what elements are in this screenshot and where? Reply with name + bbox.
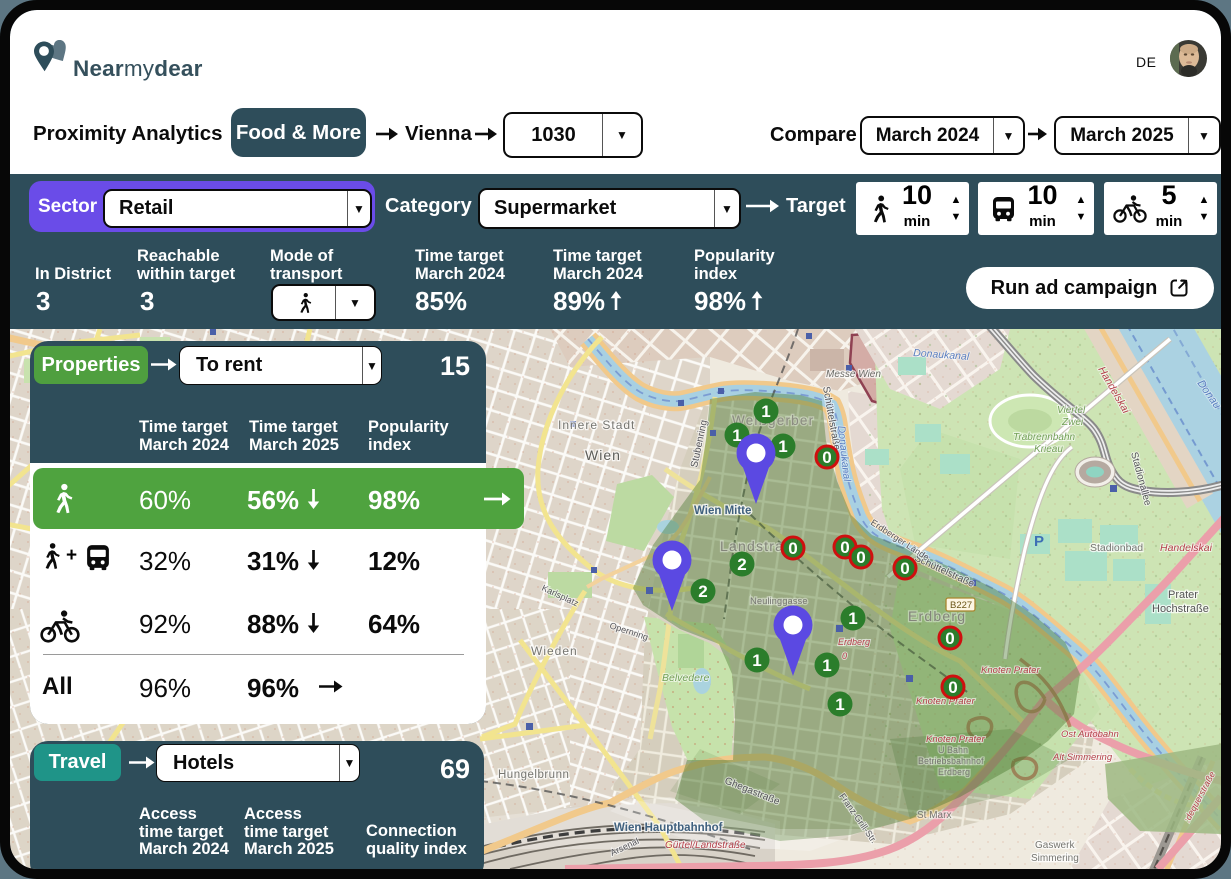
svg-text:P: P <box>1034 533 1044 550</box>
svg-text:U Bahn: U Bahn <box>938 745 968 755</box>
svg-text:Viertel: Viertel <box>1057 405 1086 416</box>
svg-text:B227: B227 <box>950 600 972 611</box>
svg-text:Erdberg: Erdberg <box>938 767 970 777</box>
svg-text:Handelskai: Handelskai <box>1160 542 1213 554</box>
svg-text:Wien: Wien <box>585 447 621 463</box>
svg-text:0: 0 <box>900 559 909 578</box>
svg-text:St Marx: St Marx <box>917 810 951 821</box>
svg-text:2: 2 <box>698 582 707 601</box>
svg-text:Wien Hauptbahnhof: Wien Hauptbahnhof <box>614 822 723 834</box>
svg-text:2: 2 <box>737 555 746 574</box>
svg-text:Gaswerk: Gaswerk <box>1035 840 1075 851</box>
svg-text:Hochstraße: Hochstraße <box>1152 603 1209 615</box>
svg-text:Betriebsbahnhof: Betriebsbahnhof <box>918 756 984 766</box>
svg-text:0: 0 <box>822 448 831 467</box>
svg-text:0: 0 <box>948 678 957 697</box>
svg-text:Neulinggasse: Neulinggasse <box>750 596 808 607</box>
svg-text:0: 0 <box>856 548 865 567</box>
svg-text:Gürtel/Landstraße: Gürtel/Landstraße <box>665 840 746 851</box>
svg-text:1: 1 <box>761 402 770 421</box>
svg-text:Ost Autobahn: Ost Autobahn <box>1061 729 1119 740</box>
svg-text:Zwei: Zwei <box>1061 417 1084 428</box>
svg-text:Erdberg: Erdberg <box>838 637 870 647</box>
svg-text:Prater: Prater <box>1168 589 1198 601</box>
svg-text:Belvedere: Belvedere <box>662 672 709 684</box>
svg-text:Stadionbad: Stadionbad <box>1090 542 1143 554</box>
svg-text:1: 1 <box>778 437 787 456</box>
svg-text:Knoten Prater: Knoten Prater <box>926 734 985 745</box>
svg-text:0: 0 <box>945 629 954 648</box>
svg-text:Hungelbrunn: Hungelbrunn <box>498 769 569 781</box>
svg-text:Knoten Prater: Knoten Prater <box>916 696 975 707</box>
svg-text:1: 1 <box>848 609 857 628</box>
svg-text:1: 1 <box>835 695 844 714</box>
svg-text:1: 1 <box>752 651 761 670</box>
svg-text:Innere Stadt: Innere Stadt <box>558 418 635 432</box>
svg-text:Knoten Prater: Knoten Prater <box>981 665 1040 676</box>
svg-text:Wien Mitte: Wien Mitte <box>694 505 751 517</box>
svg-text:0: 0 <box>842 651 847 661</box>
svg-text:Wieden: Wieden <box>531 644 578 658</box>
svg-text:0: 0 <box>840 538 849 557</box>
svg-text:Simmering: Simmering <box>1031 853 1079 864</box>
svg-text:Messe Wien: Messe Wien <box>826 369 881 380</box>
svg-text:Trabrennbahn: Trabrennbahn <box>1013 432 1076 443</box>
svg-text:Krieau: Krieau <box>1034 444 1063 455</box>
svg-text:1: 1 <box>822 656 831 675</box>
svg-text:Alt Simmering: Alt Simmering <box>1052 752 1113 763</box>
svg-text:0: 0 <box>788 539 797 558</box>
